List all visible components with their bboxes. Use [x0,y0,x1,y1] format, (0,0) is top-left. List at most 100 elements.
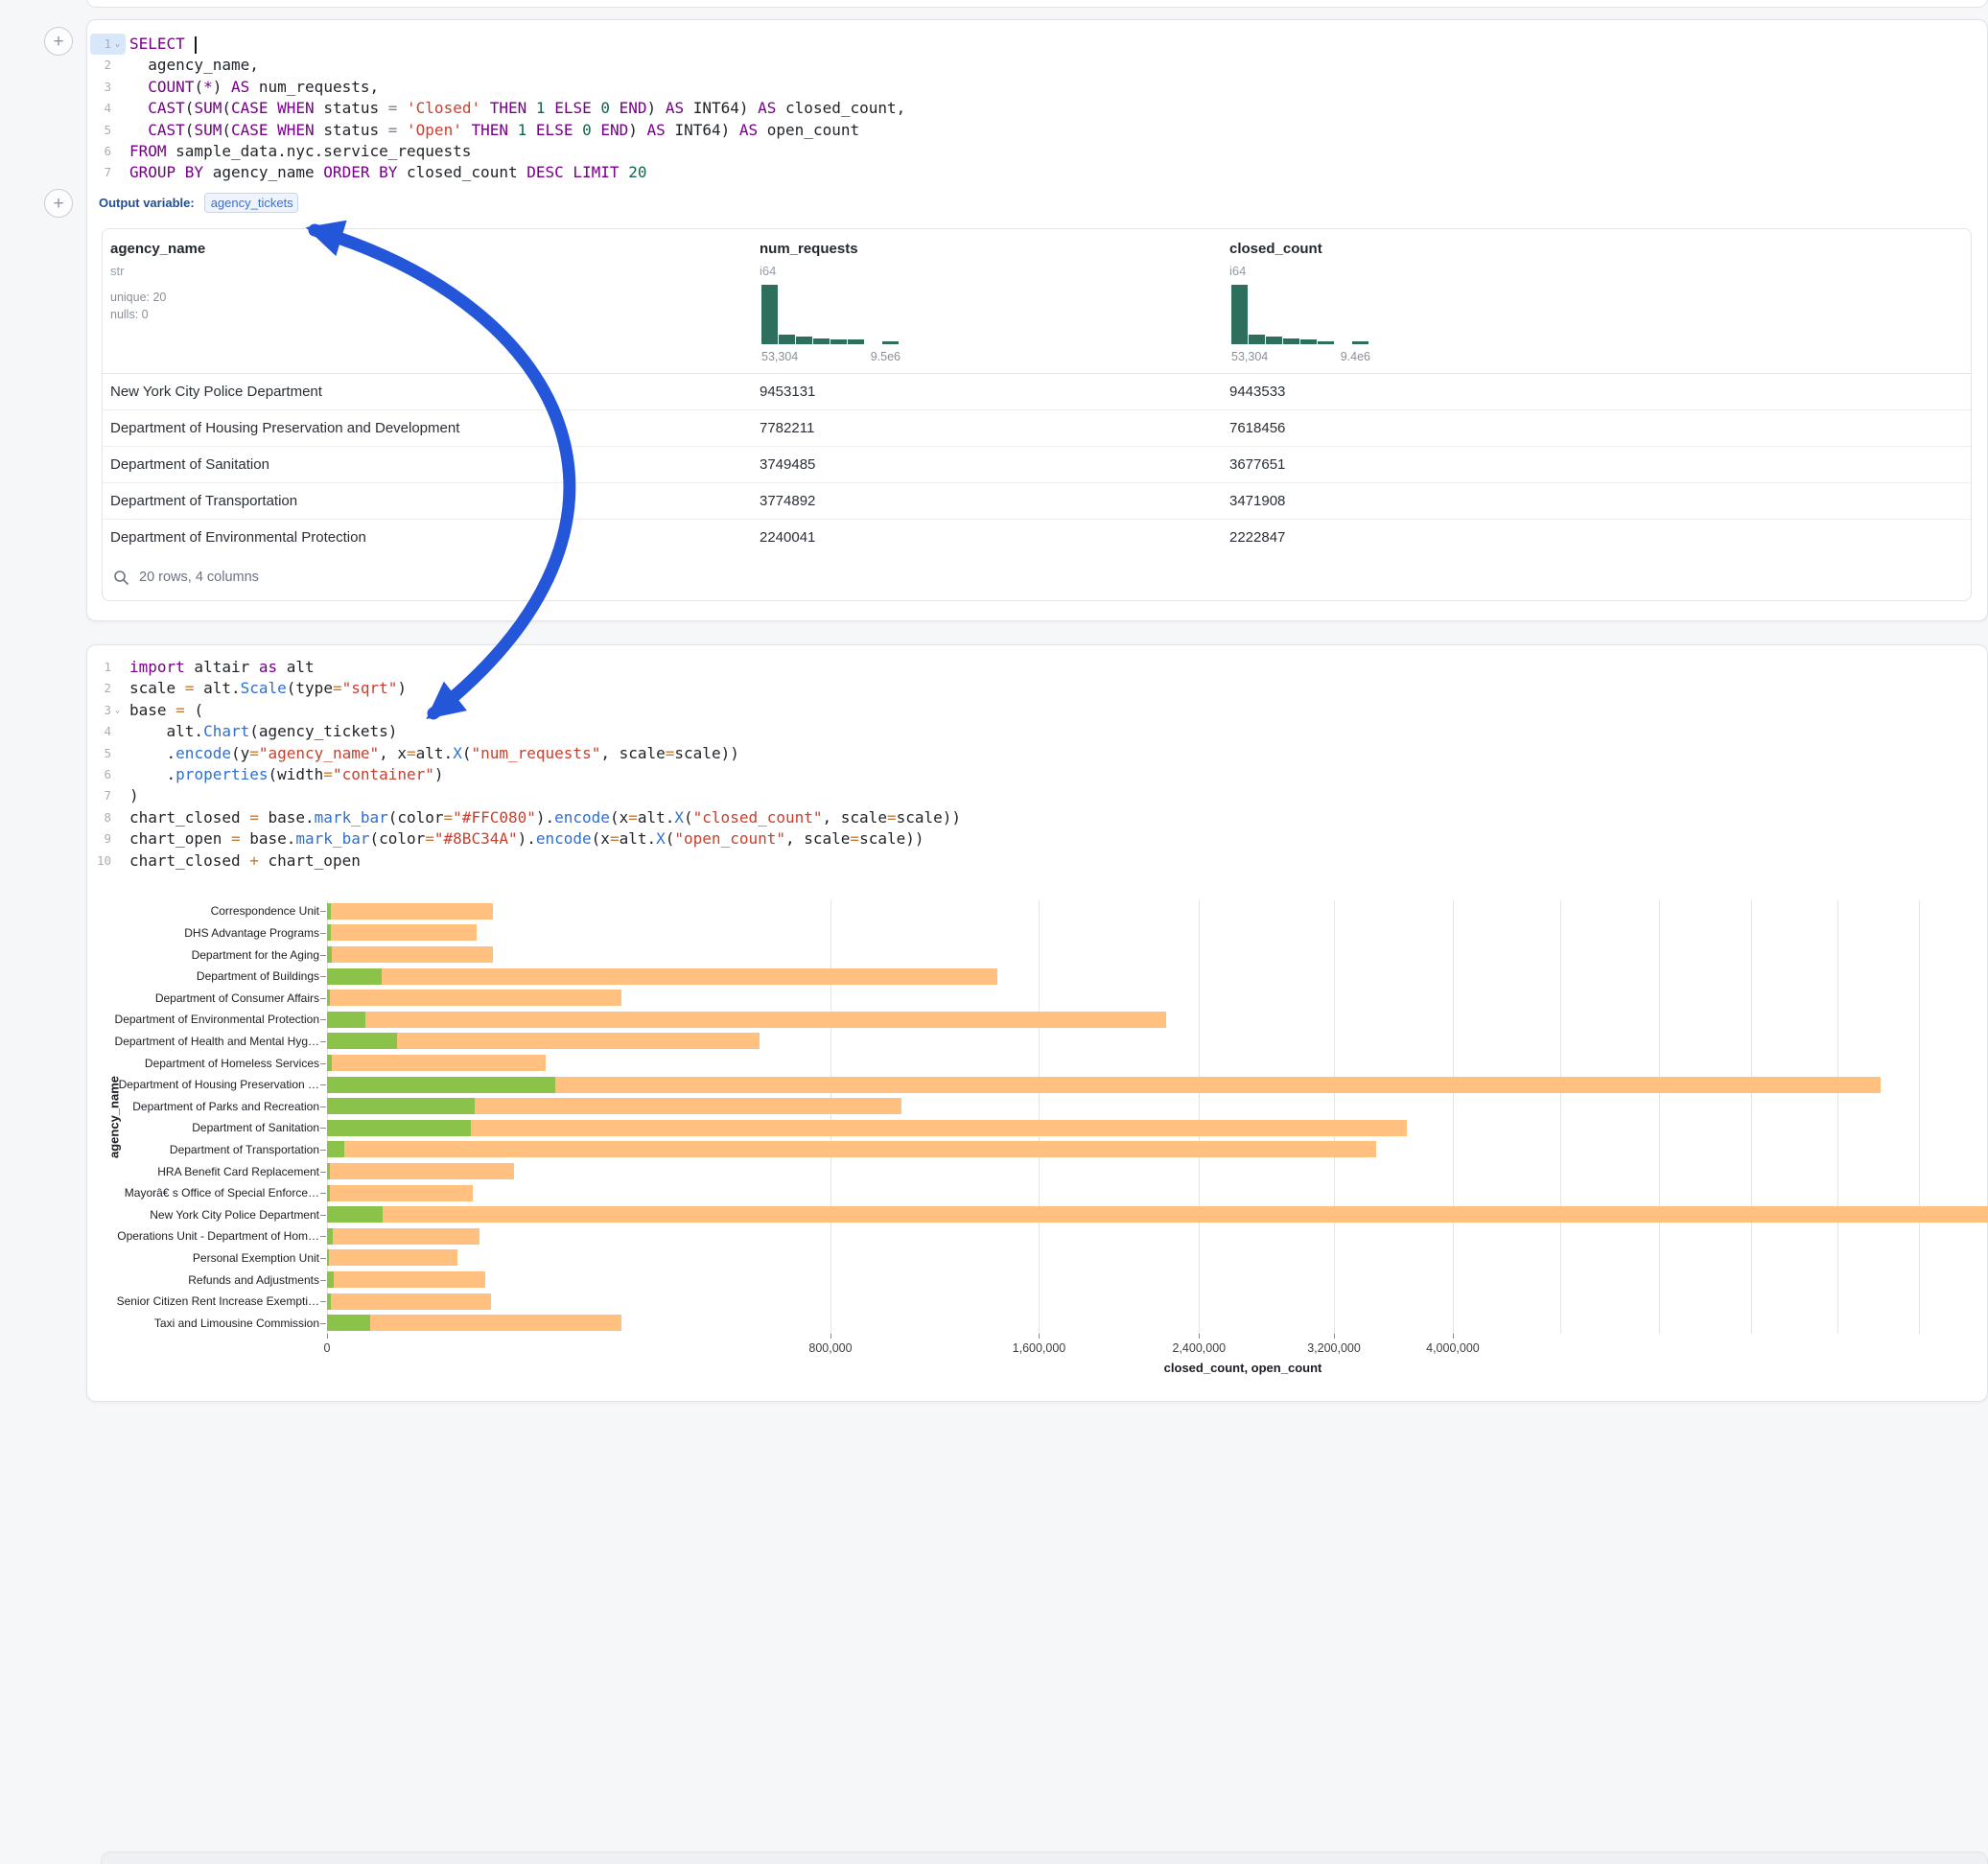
code-line[interactable]: 2 scale = alt.Scale(type="sqrt") [87,678,1987,699]
code-token: , scale [600,744,665,762]
code-text: .properties(width="container") [126,764,444,785]
code-line[interactable]: 1⌄SELECT [87,34,1987,55]
code-line[interactable]: 2 agency_name, [87,55,1987,76]
code-token [129,78,148,96]
code-line[interactable]: 1import altair as alt [87,657,1987,678]
gridline [1039,900,1040,1334]
code-token: ( [222,121,231,139]
code-line[interactable]: 6FROM sample_data.nyc.service_requests [87,141,1987,162]
code-token [185,35,195,53]
table-row[interactable]: Department of Transportation377489234719… [103,482,1971,519]
add-cell-button[interactable]: + [44,27,73,56]
line-number: 7 [92,785,111,806]
line-number: 2 [92,678,111,699]
bar-open_count [327,1033,397,1049]
x-axis-tick [1453,1334,1454,1339]
code-token [269,99,278,117]
category-label: Department of Environmental Protection [87,1013,319,1026]
code-token: = [628,808,638,827]
code-token: 'Closed' [407,99,480,117]
code-token: "container" [333,765,434,783]
bar-open_count [327,1293,331,1310]
code-line[interactable]: 3 COUNT(*) AS num_requests, [87,77,1987,98]
code-token: chart_closed [129,851,249,870]
code-token: "closed_count" [693,808,823,827]
code-token: (type [287,679,333,697]
line-gutter: 3⌄ [87,700,126,721]
line-gutter: 5 [87,743,126,764]
code-token: = [666,744,675,762]
code-line[interactable]: 8chart_closed = base.mark_bar(color="#FF… [87,807,1987,828]
code-token: = [249,744,259,762]
code-line[interactable]: 6 .properties(width="container") [87,764,1987,785]
histogram-bar [779,335,795,343]
x-axis-tick [830,1334,831,1339]
code-text: scale = alt.Scale(type="sqrt") [126,678,407,699]
sql-cell: 1⌄SELECT 2 agency_name,3 COUNT(*) AS num… [86,19,1988,621]
gridline [1560,900,1561,1334]
code-token: WHEN [277,99,315,117]
code-line[interactable]: 4 CAST(SUM(CASE WHEN status = 'Closed' T… [87,98,1987,119]
category-label: Department for the Aging [87,948,319,962]
bar-open_count [327,1228,333,1245]
fold-chevron-icon[interactable]: ⌄ [111,706,124,715]
code-token [620,163,629,181]
line-number-chip: 3 [90,77,126,98]
x-axis-tick-label: 2,400,000 [1173,1341,1227,1355]
code-line[interactable]: 3⌄base = ( [87,700,1987,721]
table-row[interactable]: Department of Sanitation37494853677651 [103,446,1971,482]
output-variable-chip[interactable]: agency_tickets [204,193,298,213]
table-footer: 20 rows, 4 columns [103,555,1971,586]
python-code-editor[interactable]: 1import altair as alt2 scale = alt.Scale(… [87,645,1987,872]
line-number: 4 [92,721,111,742]
code-line[interactable]: 9chart_open = base.mark_bar(color="#8BC3… [87,828,1987,850]
code-token: ( [684,808,693,827]
code-text: .encode(y="agency_name", x=alt.X("num_re… [126,743,739,764]
code-text: CAST(SUM(CASE WHEN status = 'Closed' THE… [126,98,905,119]
line-number: 1 [92,34,111,55]
code-token: LIMIT [573,163,619,181]
table-cell: 3677651 [1229,447,1285,482]
bar-open_count [327,1141,344,1157]
fold-chevron-icon[interactable]: ⌄ [111,39,124,49]
code-token: alt. [129,722,203,740]
gridline [1751,900,1752,1334]
code-token [592,99,601,117]
sql-code-editor[interactable]: 1⌄SELECT 2 agency_name,3 COUNT(*) AS num… [87,20,1987,184]
bar-open_count [327,924,331,941]
histogram-min: 53,304 [761,350,798,363]
code-line[interactable]: 5 CAST(SUM(CASE WHEN status = 'Open' THE… [87,120,1987,141]
column-meta: nulls: 0 [110,308,149,321]
code-text: import altair as alt [126,657,315,678]
code-token: SUM [194,99,222,117]
code-line[interactable]: 4 alt.Chart(agency_tickets) [87,721,1987,742]
table-cell: Department of Transportation [110,483,297,519]
code-line[interactable]: 5 .encode(y="agency_name", x=alt.X("num_… [87,743,1987,764]
y-axis-tick [320,1280,326,1281]
search-icon[interactable] [113,570,129,586]
code-text: CAST(SUM(CASE WHEN status = 'Open' THEN … [126,120,859,141]
category-label: Department of Sanitation [87,1121,319,1134]
code-token: SUM [194,121,222,139]
table-row[interactable]: Department of Housing Preservation and D… [103,409,1971,446]
y-axis-tick [320,911,326,912]
bar-closed_count [327,1315,621,1331]
histogram-bar [1352,341,1368,343]
table-row[interactable]: New York City Police Department945313194… [103,374,1971,409]
add-cell-button[interactable]: + [44,189,73,218]
code-token: 20 [628,163,646,181]
table-row[interactable]: Department of Environmental Protection22… [103,519,1971,555]
code-token: (x [592,829,610,848]
code-token: DESC [526,163,564,181]
bar-closed_count [327,1012,1166,1028]
code-token: scale)) [859,829,924,848]
column-name: agency_name [110,241,205,257]
code-token: = [175,701,185,719]
code-token: = [887,808,897,827]
code-line[interactable]: 7) [87,785,1987,806]
x-axis-tick-label: 3,200,000 [1307,1341,1361,1355]
line-number: 3 [92,700,111,721]
code-line[interactable]: 7GROUP BY agency_name ORDER BY closed_co… [87,162,1987,183]
code-line[interactable]: 10chart_closed + chart_open [87,850,1987,872]
y-axis-tick [320,1084,326,1085]
